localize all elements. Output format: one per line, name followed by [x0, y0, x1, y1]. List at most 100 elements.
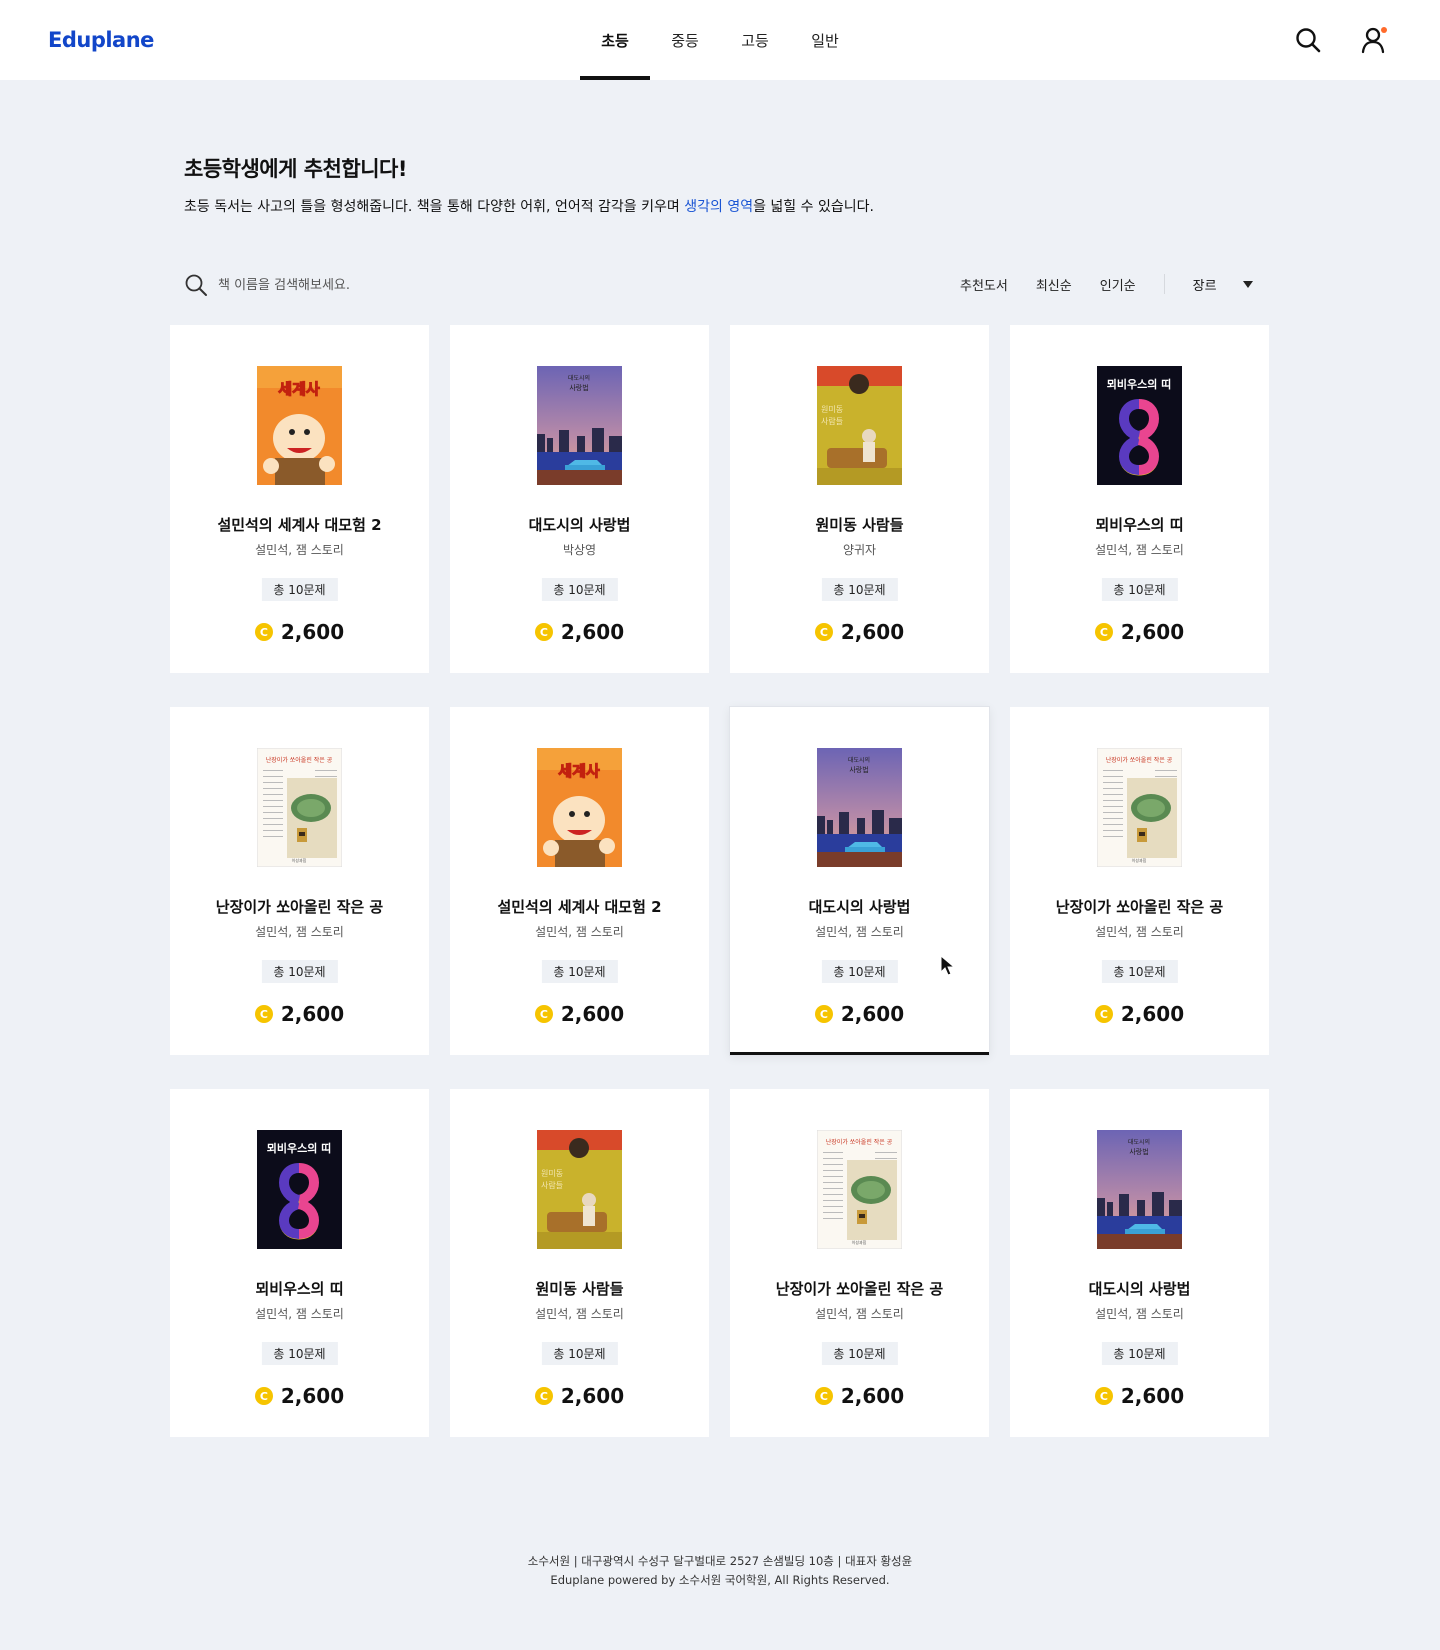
book-card[interactable]: 난장이가 쏘아올린 작은 공 이성과힘 난장이가 쏘아올린 작은 공 설민석, 잼… — [1010, 707, 1269, 1055]
price-value: 2,600 — [560, 1002, 625, 1026]
tab-high[interactable]: 고등 — [720, 0, 790, 80]
footer: 소수서원 | 대구광역시 수성구 달구벌대로 2527 손샘빌딩 10층 | 대… — [0, 1552, 1440, 1590]
book-title[interactable]: 원미동 사람들 — [730, 514, 989, 535]
user-icon[interactable] — [1360, 26, 1388, 54]
sort-recommended[interactable]: 추천도서 — [960, 275, 1008, 294]
price-value: 2,600 — [280, 1384, 345, 1408]
book-cover-image[interactable]: 세계사 — [537, 748, 622, 867]
book-price: C 2,600 — [170, 1002, 429, 1026]
page-description: 초등 독서는 사고의 틀을 형성해줍니다. 책을 통해 다양한 어휘, 언어적 … — [184, 196, 874, 216]
sort-latest[interactable]: 최신순 — [1036, 275, 1072, 294]
book-cover-image[interactable]: 대도시의 사랑법 — [537, 366, 622, 485]
question-count-badge: 총 10문제 — [821, 1342, 898, 1365]
book-cover-image[interactable]: 대도시의 사랑법 — [1097, 1130, 1182, 1249]
search-icon[interactable] — [1294, 26, 1322, 54]
price-value: 2,600 — [280, 620, 345, 644]
question-count-badge: 총 10문제 — [261, 578, 338, 601]
book-cover-image[interactable]: 뫼비우스의 띠 — [1097, 366, 1182, 485]
book-cover-image[interactable]: 난장이가 쏘아올린 작은 공이성과힘 — [257, 748, 342, 867]
coin-icon: C — [534, 1005, 553, 1023]
book-price: C 2,600 — [1010, 1002, 1269, 1026]
question-count-badge: 총 10문제 — [1101, 960, 1178, 983]
book-price: C 2,600 — [450, 1384, 709, 1408]
search-icon — [184, 273, 208, 297]
question-count-badge: 총 10문제 — [821, 960, 898, 983]
price-value: 2,600 — [1120, 620, 1185, 644]
sort-options: 추천도서 최신순 인기순 장르 — [960, 274, 1253, 294]
book-cover-image[interactable]: 난장이가 쏘아올린 작은 공 이성과힘 — [1097, 748, 1182, 867]
question-count-badge: 총 10문제 — [541, 960, 618, 983]
book-card[interactable]: 원미동 사람들 원미동 사람들 설민석, 잼 스토리 총 10문제 C 2,600 — [450, 1089, 709, 1437]
price-value: 2,600 — [1120, 1384, 1185, 1408]
book-card[interactable]: 난장이가 쏘아올린 작은 공 이성과힘 난장이가 쏘아올린 작은 공 설민석, 잼… — [730, 1089, 989, 1437]
coin-icon: C — [254, 1387, 273, 1405]
book-title[interactable]: 뫼비우스의 띠 — [170, 1278, 429, 1299]
book-title[interactable]: 대도시의 사랑법 — [1010, 1278, 1269, 1299]
svg-text:이성과힘: 이성과힘 — [852, 1239, 867, 1245]
page-title: 초등학생에게 추천합니다! — [184, 157, 407, 181]
book-card[interactable]: 대도시의 사랑법 대도시의 사랑법 설민석, 잼 스토리 총 10문제 C 2,6… — [1010, 1089, 1269, 1437]
search-input[interactable] — [218, 277, 618, 293]
genre-dropdown[interactable]: 장르 — [1193, 275, 1253, 294]
book-cover-image[interactable]: 대도시의 사랑법 — [817, 748, 902, 867]
book-card[interactable]: 난장이가 쏘아올린 작은 공 이성과힘 난장이가 쏘아올린 작은 공 설민석, 잼… — [170, 707, 429, 1055]
book-card[interactable]: 원미동 사람들 원미동 사람들 양귀자 총 10문제 C 2,600 — [730, 325, 989, 673]
book-author: 양귀자 — [842, 543, 877, 557]
book-title[interactable]: 난장이가 쏘아올린 작은 공 — [1010, 896, 1269, 917]
svg-text:대도시의: 대도시의 — [848, 756, 870, 764]
book-cover-image[interactable]: 원미동 사람들 — [537, 1130, 622, 1249]
footer-address: 소수서원 | 대구광역시 수성구 달구벌대로 2527 손샘빌딩 10층 | 대… — [527, 1554, 913, 1568]
svg-text:난장이가 쏘아올린 작은 공: 난장이가 쏘아올린 작은 공 — [266, 756, 333, 764]
question-count-badge: 총 10문제 — [1101, 578, 1178, 601]
price-value: 2,600 — [1120, 1002, 1185, 1026]
book-title[interactable]: 설민석의 세계사 대모험 2 — [450, 896, 709, 917]
book-price: C 2,600 — [730, 620, 989, 644]
book-cover-image[interactable]: 난장이가 쏘아올린 작은 공 이성과힘 — [817, 1130, 902, 1249]
book-title[interactable]: 원미동 사람들 — [450, 1278, 709, 1299]
price-value: 2,600 — [560, 620, 625, 644]
question-count-badge: 총 10문제 — [541, 1342, 618, 1365]
svg-text:사랑법: 사랑법 — [569, 383, 588, 392]
book-card[interactable]: 세계사 설민석의 세계사 대모험 2 설민석, 잼 스토리 총 10문제 C 2… — [170, 325, 429, 673]
sort-popular[interactable]: 인기순 — [1100, 275, 1136, 294]
price-value: 2,600 — [840, 1384, 905, 1408]
book-author: 설민석, 잼 스토리 — [255, 1307, 344, 1321]
book-author: 설민석, 잼 스토리 — [815, 925, 904, 939]
book-cover-image[interactable]: 원미동사람들 — [817, 366, 902, 485]
book-price: C 2,600 — [170, 1384, 429, 1408]
top-header: Eduplane 초등 중등 고등 일반 — [0, 0, 1440, 80]
level-tabs: 초등 중등 고등 일반 — [580, 0, 860, 80]
book-price: C 2,600 — [170, 620, 429, 644]
book-title[interactable]: 대도시의 사랑법 — [730, 896, 989, 917]
genre-label: 장르 — [1192, 278, 1217, 294]
price-value: 2,600 — [840, 1002, 905, 1026]
price-value: 2,600 — [280, 1002, 345, 1026]
svg-text:사람들: 사람들 — [821, 417, 843, 426]
notification-dot — [1381, 27, 1387, 33]
book-card[interactable]: 뫼비우스의 띠 뫼비우스의 띠 설민석, 잼 스토리 총 10문제 C 2,60… — [170, 1089, 429, 1437]
book-title[interactable]: 설민석의 세계사 대모험 2 — [170, 514, 429, 535]
coin-icon: C — [534, 623, 553, 641]
tab-general[interactable]: 일반 — [790, 0, 860, 80]
book-title[interactable]: 난장이가 쏘아올린 작은 공 — [730, 1278, 989, 1299]
book-card[interactable]: 대도시의 사랑법 대도시의 사랑법 박상영 총 10문제 C 2,600 — [450, 325, 709, 673]
book-card[interactable]: 대도시의 사랑법 대도시의 사랑법 설민석, 잼 스토리 총 10문제 C 2,6… — [730, 707, 989, 1055]
logo[interactable]: Eduplane — [48, 28, 154, 52]
book-author: 박상영 — [562, 543, 597, 557]
book-title[interactable]: 난장이가 쏘아올린 작은 공 — [170, 896, 429, 917]
book-search — [184, 272, 684, 298]
svg-text:원미동: 원미동 — [821, 405, 843, 414]
tab-middle[interactable]: 중등 — [650, 0, 720, 80]
svg-text:이성과힘: 이성과힘 — [292, 857, 307, 863]
desc-text-end: 을 넓힐 수 있습니다. — [753, 199, 874, 215]
tab-elementary[interactable]: 초등 — [580, 0, 650, 80]
book-cover-image[interactable]: 세계사 — [257, 366, 342, 485]
book-title[interactable]: 대도시의 사랑법 — [450, 514, 709, 535]
book-card[interactable]: 세계사 설민석의 세계사 대모험 2 설민석, 잼 스토리 총 10문제 C 2… — [450, 707, 709, 1055]
book-card[interactable]: 뫼비우스의 띠 뫼비우스의 띠 설민석, 잼 스토리 총 10문제 C 2,60… — [1010, 325, 1269, 673]
book-title[interactable]: 뫼비우스의 띠 — [1010, 514, 1269, 535]
caret-down-icon — [1242, 280, 1253, 288]
book-author: 설민석, 잼 스토리 — [255, 925, 344, 939]
book-cover-image[interactable]: 뫼비우스의 띠 — [257, 1130, 342, 1249]
book-author: 설민석, 잼 스토리 — [255, 543, 344, 557]
